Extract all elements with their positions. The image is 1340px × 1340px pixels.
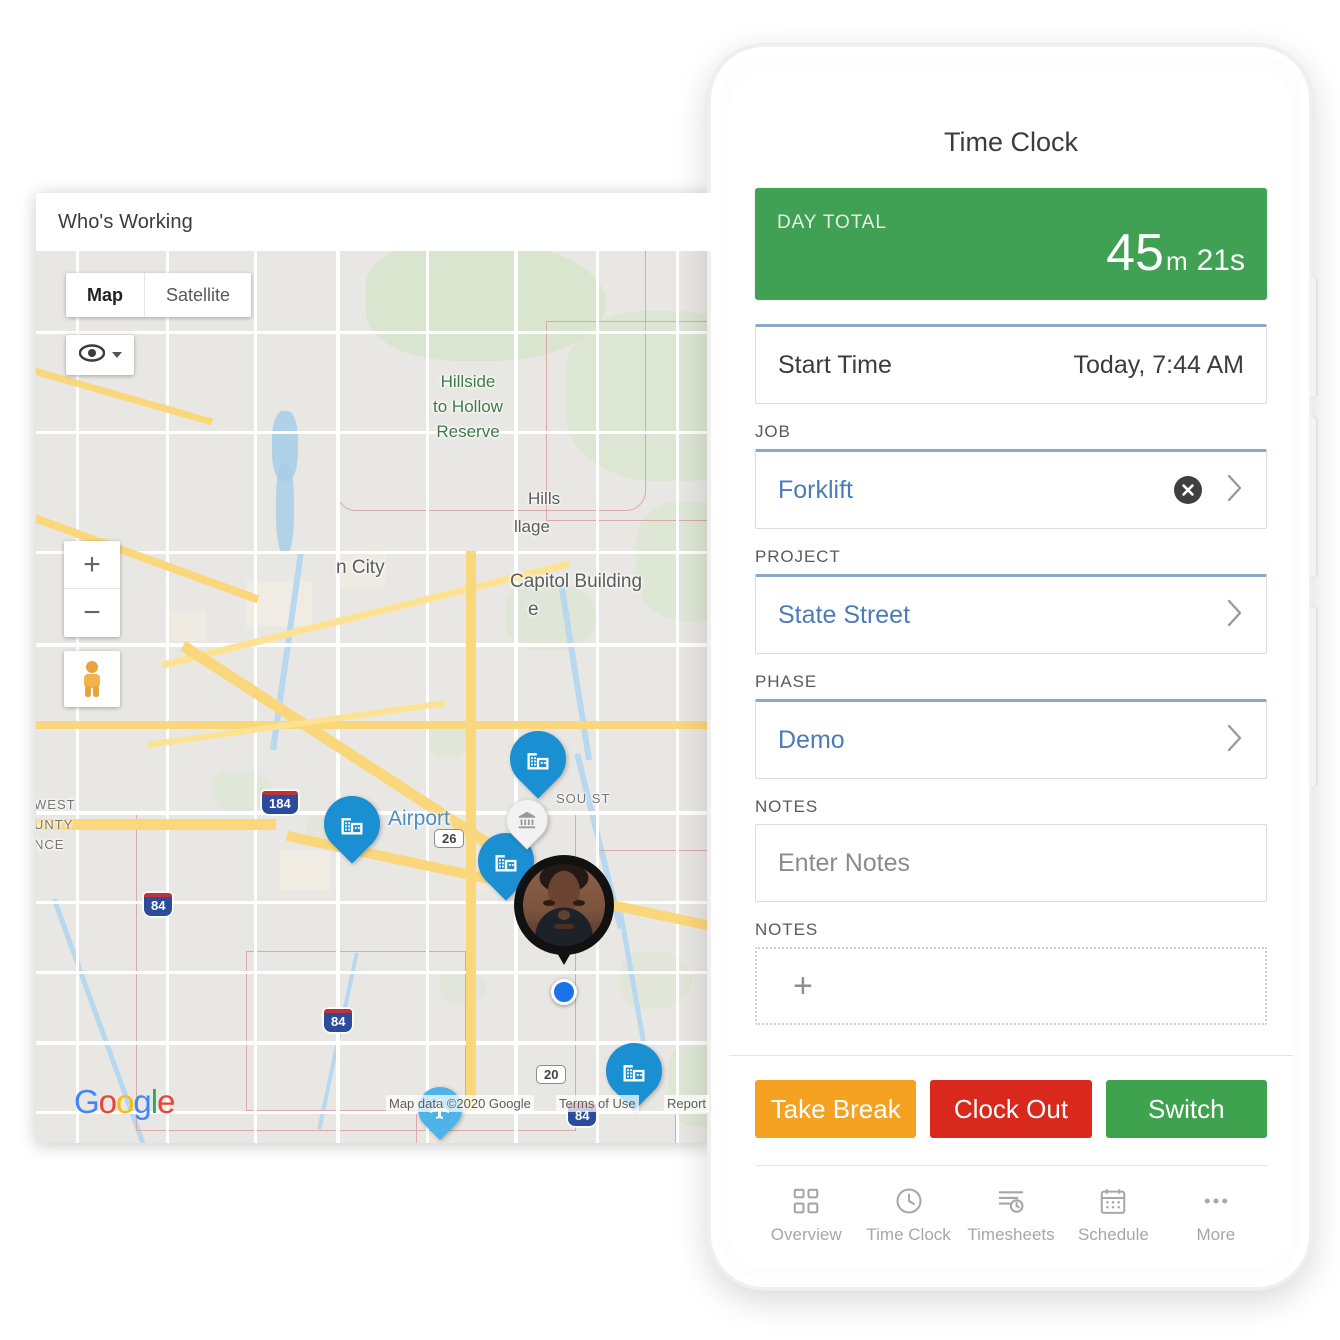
job-site-marker[interactable]	[498, 719, 578, 801]
phone-volume-down-button[interactable]	[1309, 417, 1316, 577]
tab-overview-label: Overview	[770, 1225, 842, 1244]
map-label-west: WEST	[36, 797, 76, 812]
project-field-label: PROJECT	[755, 547, 841, 566]
start-time-label: Start Time	[778, 350, 892, 379]
chevron-right-icon	[1226, 723, 1244, 758]
job-field-label: JOB	[755, 422, 791, 441]
grid-icon	[791, 1186, 821, 1216]
map-type-satellite-button[interactable]: Satellite	[144, 273, 251, 317]
route-shield-26: 26	[434, 829, 465, 848]
action-button-row: Take Break Clock Out Switch	[729, 1055, 1293, 1138]
interstate-shield-84: 84	[144, 893, 173, 916]
google-logo: Google	[74, 1083, 175, 1120]
phase-field-label: PHASE	[755, 672, 818, 691]
interstate-shield-184: 184	[262, 791, 298, 814]
tab-timesheets-label: Timesheets	[967, 1225, 1055, 1244]
terms-of-use-link[interactable]: Terms of Use	[556, 1095, 639, 1112]
phone-volume-up-button[interactable]	[1309, 277, 1316, 397]
timesheet-icon	[996, 1186, 1026, 1216]
tab-time-clock-label: Time Clock	[866, 1225, 951, 1244]
tab-more[interactable]: More	[1165, 1186, 1267, 1245]
map-visibility-control[interactable]	[66, 335, 134, 375]
zoom-in-button[interactable]: +	[64, 541, 120, 589]
building-icon	[498, 719, 578, 799]
notes-attach-label: NOTES	[755, 920, 819, 939]
map-type-map-button[interactable]: Map	[66, 273, 144, 317]
tab-time-clock[interactable]: Time Clock	[857, 1186, 959, 1245]
whos-working-map-panel: Who's Working Map Satellite + − 26 20 18…	[36, 193, 712, 1143]
day-total-value: 45 m 21s	[1106, 224, 1245, 282]
phase-field-value: Demo	[778, 725, 845, 754]
job-field[interactable]: Forklift	[755, 449, 1267, 529]
clock-icon	[894, 1186, 924, 1216]
notes-text-label: NOTES	[755, 797, 819, 816]
clock-out-button[interactable]: Clock Out	[930, 1080, 1092, 1138]
avatar	[523, 864, 605, 946]
tab-timesheets[interactable]: Timesheets	[960, 1186, 1062, 1245]
start-time-value: Today, 7:44 AM	[1073, 350, 1244, 379]
notes-placeholder: Enter Notes	[778, 848, 911, 877]
report-link[interactable]: Report	[664, 1095, 710, 1112]
job-field-value: Forklift	[778, 475, 853, 504]
day-total-seconds: 21s	[1196, 244, 1245, 277]
notes-attachment-dropzone[interactable]: +	[755, 947, 1267, 1025]
worker-avatar-marker[interactable]	[514, 855, 614, 973]
day-total-minutes: 45	[1106, 224, 1164, 282]
map-panel-header: Who's Working	[36, 193, 712, 251]
day-total-label: DAY TOTAL	[777, 212, 887, 233]
notes-input[interactable]: Enter Notes	[755, 824, 1267, 902]
google-map-canvas[interactable]: Map Satellite + − 26 20 184 84 84 84 Hil…	[36, 251, 712, 1143]
map-label-nce: NCE	[36, 837, 65, 852]
map-data-attribution: Map data ©2020 Google	[386, 1095, 534, 1112]
job-site-marker[interactable]	[312, 784, 392, 866]
map-panel-title: Who's Working	[58, 210, 193, 233]
start-time-row[interactable]: Start Time Today, 7:44 AM	[755, 324, 1267, 404]
clear-circle-icon[interactable]	[1174, 476, 1202, 504]
page-title: Time Clock	[943, 127, 1078, 157]
chevron-down-icon	[111, 352, 122, 358]
zoom-out-button[interactable]: −	[64, 589, 120, 637]
day-total-minutes-unit: m	[1165, 246, 1188, 276]
tab-schedule[interactable]: Schedule	[1062, 1186, 1164, 1245]
tab-more-label: More	[1196, 1225, 1236, 1244]
phone-device-frame: Time Clock DAY TOTAL 45 m 21s Start Time…	[708, 44, 1316, 1290]
street-view-pegman-icon[interactable]	[64, 651, 120, 707]
tab-overview[interactable]: Overview	[755, 1186, 857, 1245]
chevron-right-icon	[1226, 473, 1244, 508]
take-break-button[interactable]: Take Break	[755, 1080, 917, 1138]
plus-icon[interactable]: +	[793, 967, 813, 1006]
switch-button[interactable]: Switch	[1105, 1080, 1267, 1138]
project-field-value: State Street	[778, 600, 911, 629]
phone-power-button[interactable]	[1309, 607, 1316, 787]
tab-schedule-label: Schedule	[1077, 1225, 1149, 1244]
building-icon	[312, 784, 392, 864]
phase-field[interactable]: Demo	[755, 699, 1267, 779]
day-total-banner: DAY TOTAL 45 m 21s	[755, 188, 1267, 300]
eye-icon	[78, 343, 105, 367]
map-type-switcher[interactable]: Map Satellite	[66, 273, 252, 317]
route-shield-20: 20	[536, 1065, 567, 1084]
museum-icon	[497, 790, 557, 850]
calendar-icon	[1098, 1186, 1128, 1216]
map-zoom-controls[interactable]: + −	[64, 541, 120, 637]
current-location-dot	[551, 979, 577, 1005]
capitol-poi-marker[interactable]	[497, 790, 557, 853]
map-label-village: llage	[514, 517, 550, 536]
bottom-tab-bar: Overview Time Clock Timesheets Schedule …	[755, 1165, 1267, 1245]
chevron-right-icon	[1226, 598, 1244, 633]
phone-screen: Time Clock DAY TOTAL 45 m 21s Start Time…	[729, 69, 1293, 1269]
screenshot-root: Who's Working Map Satellite + − 26 20 18…	[0, 0, 1340, 1340]
ellipsis-icon	[1201, 1186, 1231, 1216]
project-field[interactable]: State Street	[755, 574, 1267, 654]
interstate-shield-84: 84	[324, 1009, 353, 1032]
